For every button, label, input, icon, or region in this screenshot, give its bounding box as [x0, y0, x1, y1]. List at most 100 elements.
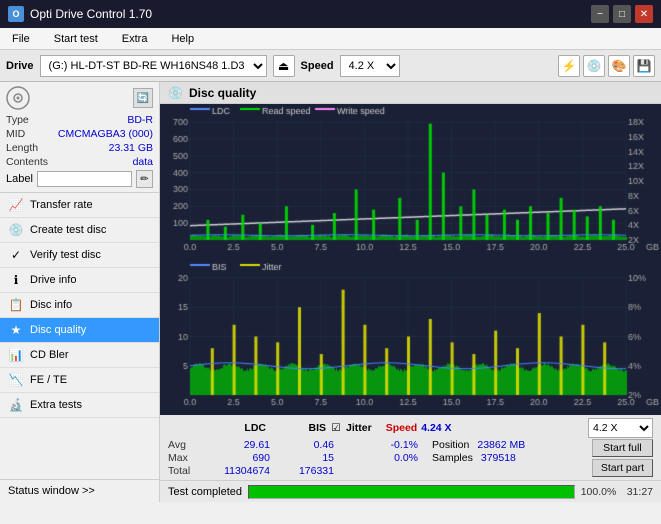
disc-contents-label: Contents: [6, 156, 48, 168]
sidebar-item-disc-info[interactable]: 📋 Disc info: [0, 293, 159, 318]
disc-quality-label: Disc quality: [30, 324, 86, 336]
drive-select[interactable]: (G:) HL-DT-ST BD-RE WH16NS48 1.D3: [40, 55, 267, 77]
disc-label-input[interactable]: [37, 171, 132, 187]
sidebar-item-disc-quality[interactable]: ★ Disc quality: [0, 318, 159, 343]
app-icon: O: [8, 6, 24, 22]
sidebar-item-drive-info[interactable]: ℹ Drive info: [0, 268, 159, 293]
extra-tests-icon: 🔬: [8, 398, 24, 412]
drive-info-icon: ℹ: [8, 273, 24, 287]
disc-label-text: Label: [6, 173, 33, 185]
menu-extra[interactable]: Extra: [114, 31, 156, 47]
disc-length-row: Length 23.31 GB: [6, 142, 153, 154]
sidebar-item-create-test-disc[interactable]: 💿 Create test disc: [0, 218, 159, 243]
minimize-button[interactable]: −: [591, 5, 609, 23]
disc-length-label: Length: [6, 142, 38, 154]
total-bis: 176331: [274, 465, 334, 477]
app-title: Opti Drive Control 1.70: [30, 7, 152, 21]
disc-type-label: Type: [6, 114, 29, 126]
menu-help[interactable]: Help: [163, 31, 202, 47]
disc-quality-header-icon: 💿: [168, 86, 183, 100]
total-ldc: 11304674: [200, 465, 270, 477]
fe-te-label: FE / TE: [30, 374, 67, 386]
max-jitter: 0.0%: [338, 452, 418, 464]
col-jitter: Jitter: [346, 422, 372, 434]
extra-tests-label: Extra tests: [30, 399, 82, 411]
charts-area: [160, 104, 661, 414]
right-panel: 💿 Disc quality LDC BIS ☑: [160, 82, 661, 502]
speed-label: Speed: [301, 60, 334, 72]
disc-length-value: 23.31 GB: [109, 142, 153, 154]
sidebar-item-transfer-rate[interactable]: 📈 Transfer rate: [0, 193, 159, 218]
col-speed-label: Speed: [386, 422, 418, 434]
disc-contents-row: Contents data: [6, 156, 153, 168]
sidebar-item-fe-te[interactable]: 📉 FE / TE: [0, 368, 159, 393]
start-full-button[interactable]: Start full: [592, 439, 653, 457]
start-part-button[interactable]: Start part: [592, 459, 653, 477]
transfer-rate-icon: 📈: [8, 198, 24, 212]
disc-refresh-button[interactable]: 🔄: [133, 88, 153, 108]
stats-max-row: Max 690 15 0.0% Samples 379518: [168, 452, 588, 464]
chart2-canvas: [160, 260, 661, 415]
drive-bar: Drive (G:) HL-DT-ST BD-RE WH16NS48 1.D3 …: [0, 50, 661, 82]
speed-select[interactable]: 4.2 X: [340, 55, 400, 77]
max-bis: 15: [274, 452, 334, 464]
disc-info-icon: 📋: [8, 298, 24, 312]
status-window-label: Status window >>: [8, 485, 95, 497]
menu-start-test[interactable]: Start test: [46, 31, 106, 47]
eject-button[interactable]: ⏏: [273, 55, 295, 77]
chart2-bis: [160, 260, 661, 415]
drive-info-label: Drive info: [30, 274, 76, 286]
sidebar-item-cd-bler[interactable]: 📊 CD Bler: [0, 343, 159, 368]
action-btn-4[interactable]: 💾: [633, 55, 655, 77]
disc-info-label: Disc info: [30, 299, 72, 311]
maximize-button[interactable]: □: [613, 5, 631, 23]
speed-select-stats[interactable]: 4.2 X: [588, 418, 653, 438]
verify-test-disc-icon: ✓: [8, 248, 24, 262]
disc-quality-title: Disc quality: [189, 86, 256, 100]
main-content: 🔄 Type BD-R MID CMCMAGBA3 (000) Length 2…: [0, 82, 661, 502]
cd-bler-icon: 📊: [8, 348, 24, 362]
total-label: Total: [168, 465, 196, 477]
avg-label: Avg: [168, 439, 196, 451]
chart1-ldc: [160, 104, 661, 260]
progress-percent: 100.0%: [581, 486, 621, 498]
fe-te-icon: 📉: [8, 373, 24, 387]
disc-label-row: Label ✏: [6, 170, 153, 188]
status-text: Test completed: [168, 486, 242, 498]
disc-label-edit-button[interactable]: ✏: [136, 170, 153, 188]
action-btn-1[interactable]: ⚡: [558, 55, 580, 77]
total-samples: 379518: [481, 452, 516, 464]
drive-label: Drive: [6, 60, 34, 72]
elapsed-time: 31:27: [627, 486, 653, 498]
create-test-disc-icon: 💿: [8, 223, 24, 237]
sidebar-nav: 📈 Transfer rate 💿 Create test disc ✓ Ver…: [0, 193, 159, 418]
avg-jitter: -0.1%: [338, 439, 418, 451]
disc-mid-value: CMCMAGBA3 (000): [58, 128, 153, 140]
progress-bar-inner: [249, 486, 574, 498]
disc-quality-header: 💿 Disc quality: [160, 82, 661, 104]
disc-type-value: BD-R: [127, 114, 153, 126]
status-window-button[interactable]: Status window >>: [0, 479, 159, 502]
menu-file[interactable]: File: [4, 31, 38, 47]
disc-contents-value: data: [133, 156, 153, 168]
col-ldc: LDC: [196, 422, 266, 434]
create-test-disc-label: Create test disc: [30, 224, 106, 236]
sidebar: 🔄 Type BD-R MID CMCMAGBA3 (000) Length 2…: [0, 82, 160, 502]
max-position: 23862 MB: [477, 439, 525, 451]
action-btn-2[interactable]: 💿: [583, 55, 605, 77]
close-button[interactable]: ✕: [635, 5, 653, 23]
disc-quality-icon: ★: [8, 323, 24, 337]
sidebar-item-verify-test-disc[interactable]: ✓ Verify test disc: [0, 243, 159, 268]
sidebar-item-extra-tests[interactable]: 🔬 Extra tests: [0, 393, 159, 418]
disc-panel: 🔄 Type BD-R MID CMCMAGBA3 (000) Length 2…: [0, 82, 159, 193]
action-btn-3[interactable]: 🎨: [608, 55, 630, 77]
col-speed-val: 4.24 X: [421, 422, 451, 434]
stats-bar: LDC BIS ☑ Jitter Speed 4.24 X 4.2 X: [160, 414, 661, 480]
avg-ldc: 29.61: [200, 439, 270, 451]
title-bar: O Opti Drive Control 1.70 − □ ✕: [0, 0, 661, 28]
stats-total-row: Total 11304674 176331: [168, 465, 588, 477]
disc-mid-label: MID: [6, 128, 25, 140]
disc-icon: [6, 86, 30, 110]
stats-avg-row: Avg 29.61 0.46 -0.1% Position 23862 MB: [168, 439, 588, 451]
chart1-canvas: [160, 104, 661, 260]
